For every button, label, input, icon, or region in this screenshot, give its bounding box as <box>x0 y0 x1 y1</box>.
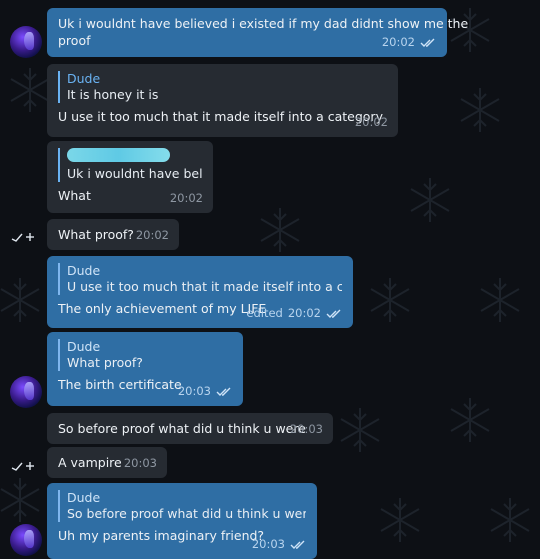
message-text: Uk i wouldnt have believed i existed if … <box>58 16 469 31</box>
sticker-icon <box>11 462 34 471</box>
message-text-continued: proof <box>58 33 91 48</box>
message-time: 20:02 <box>135 228 169 242</box>
reply-author: Dude <box>67 71 101 86</box>
message-meta: 20:03 <box>124 455 157 472</box>
message-meta: edited 20:02 <box>246 305 343 322</box>
double-check-icon <box>420 38 435 47</box>
message-time: 20:03 <box>251 537 285 551</box>
message-meta: 20:02 <box>355 114 388 131</box>
reply-quote[interactable]: Uk i wouldnt have beli... <box>58 148 202 182</box>
double-check-icon <box>326 309 341 318</box>
message-time: 20:02 <box>354 115 388 129</box>
reply-text: So before proof what did u think u were <box>67 506 306 521</box>
reply-text: U use it too much that it made itself in… <box>67 279 342 294</box>
reply-author: Dude <box>67 263 101 278</box>
message-bubble-outgoing[interactable]: Dude What proof? The birth certificate 2… <box>47 332 243 406</box>
edited-label: edited <box>246 306 283 320</box>
message-time: 20:02 <box>287 306 321 320</box>
reply-text: What proof? <box>67 355 143 370</box>
reply-text: Uk i wouldnt have beli... <box>67 166 202 181</box>
redacted-name <box>67 148 170 162</box>
message-time: 20:03 <box>177 384 211 398</box>
message-time: 20:02 <box>169 191 203 205</box>
message-bubble-incoming[interactable]: Dude It is honey it is U use it too much… <box>47 64 398 137</box>
message-time: 20:03 <box>123 456 157 470</box>
message-meta: 20:03 <box>252 536 307 553</box>
double-check-icon <box>216 387 231 396</box>
message-bubble-incoming[interactable]: What proof? 20:02 <box>47 219 179 250</box>
message-bubble-incoming[interactable]: So before proof what did u think u were … <box>47 413 333 444</box>
message-bubble-incoming[interactable]: A vampire 20:03 <box>47 447 167 478</box>
message-meta: 20:02 <box>170 190 203 207</box>
message-meta: 20:03 <box>290 421 323 438</box>
message-text: U use it too much that it made itself in… <box>58 109 383 124</box>
message-meta: 20:03 <box>178 383 233 400</box>
reply-quote[interactable]: Dude So before proof what did u think u … <box>58 490 306 522</box>
double-check-icon <box>290 540 305 549</box>
message-meta: 20:02 <box>136 227 169 244</box>
message-meta: 20:02 <box>382 34 437 51</box>
message-bubble-outgoing[interactable]: Dude U use it too much that it made itse… <box>47 256 353 328</box>
message-time: 20:02 <box>381 35 415 49</box>
reply-quote[interactable]: Dude It is honey it is <box>58 71 387 103</box>
message-time: 20:03 <box>289 422 323 436</box>
message-text: So before proof what did u think u were <box>58 421 306 436</box>
avatar[interactable] <box>10 524 42 556</box>
reply-author: Dude <box>67 490 101 505</box>
reply-text: It is honey it is <box>67 87 159 102</box>
avatar[interactable] <box>10 26 42 58</box>
message-bubble-outgoing[interactable]: Dude So before proof what did u think u … <box>47 483 317 559</box>
message-bubble-outgoing[interactable]: Uk i wouldnt have believed i existed if … <box>47 8 469 57</box>
reply-author: Dude <box>67 339 101 354</box>
reply-quote[interactable]: Dude U use it too much that it made itse… <box>58 263 342 295</box>
reply-quote[interactable]: Dude What proof? <box>58 339 232 371</box>
message-bubble-incoming[interactable]: Uk i wouldnt have beli... What 20:02 <box>47 141 213 213</box>
sticker-icon <box>11 233 34 242</box>
avatar[interactable] <box>10 376 42 408</box>
